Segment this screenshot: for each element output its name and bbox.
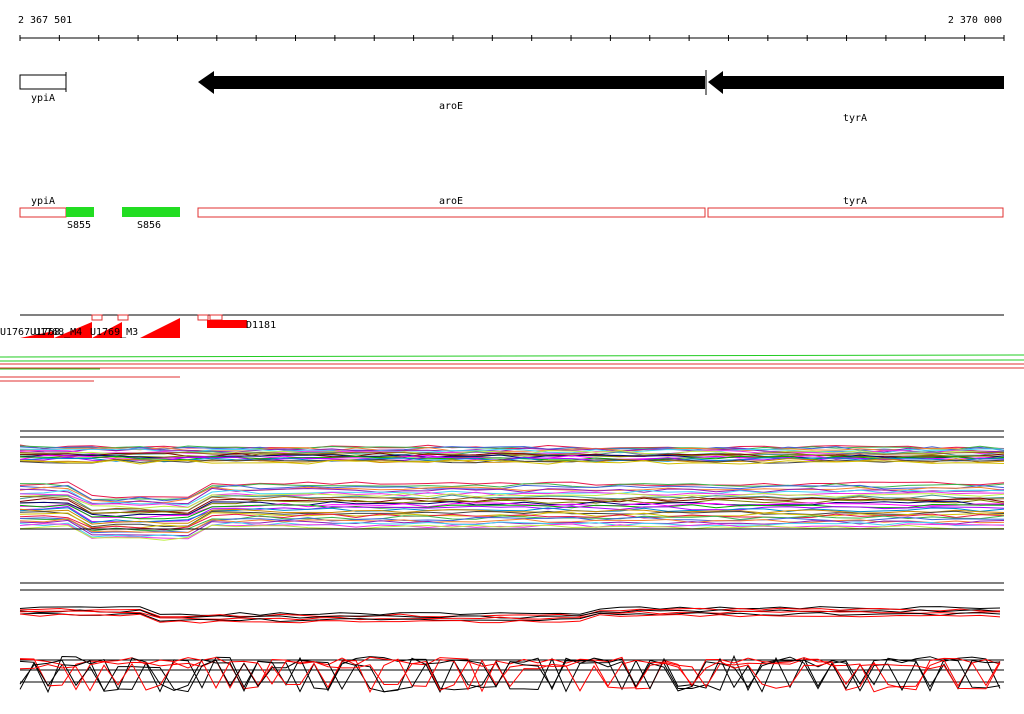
gene-aroe-label: aroE <box>439 101 463 112</box>
gene-ypia-box[interactable] <box>19 74 67 90</box>
expression-profiles-multicolor <box>19 444 1005 541</box>
probe-u1768-box[interactable] <box>91 314 103 321</box>
expression-track-blocky <box>19 654 1004 694</box>
probe-u1768m4-label: U1768_M4 <box>34 327 82 338</box>
segment-s855[interactable] <box>66 207 94 217</box>
gene-tyra-label: tyrA <box>843 113 867 124</box>
expression-track-multicolor <box>19 430 1005 541</box>
coordinate-ruler: 2 367 501 2 370 000 <box>18 15 1005 41</box>
gene-ypia-label: ypiA <box>31 93 55 104</box>
segment-s855-label: S855 <box>67 220 91 231</box>
expression-track-redblack <box>19 582 1004 624</box>
ruler-start-label: 2 367 501 <box>18 15 72 26</box>
probe-u1767-label: U1767 <box>0 327 30 338</box>
annot-aroe-label: aroE <box>439 196 463 207</box>
gene-tyra-arrow[interactable] <box>708 71 1004 94</box>
gene-aroe-arrow[interactable] <box>198 71 705 94</box>
expression-profiles-blocky <box>19 654 1001 694</box>
coverage-line-green-1 <box>0 354 1024 358</box>
probe-u1769m3-label: U1769_M3 <box>90 327 138 338</box>
probe-u1769m3-ramp[interactable] <box>140 318 180 338</box>
annot-aroe-box[interactable] <box>197 207 706 218</box>
coverage-lines <box>0 354 1024 382</box>
annotation-track: ypiA S855 S856 aroE tyrA <box>19 196 1004 231</box>
probe-d1181-bar[interactable] <box>207 320 247 328</box>
ruler-end-label: 2 370 000 <box>948 15 1002 26</box>
probe-d1181-box-1[interactable] <box>197 314 209 321</box>
expression-profiles-redblack <box>19 606 1001 624</box>
probe-track: U1767 U1768 U1768_M4 U1769_M3 D1181 <box>0 314 1004 338</box>
gene-track: ypiA aroE tyrA <box>19 70 1004 124</box>
annot-tyra-label: tyrA <box>843 196 867 207</box>
probe-u1768m4-box[interactable] <box>117 314 129 321</box>
coverage-line-green-2 <box>0 359 1024 362</box>
segment-s856-label: S856 <box>137 220 161 231</box>
probe-d1181-box-2[interactable] <box>209 314 223 321</box>
genome-browser-view: 2 367 501 2 370 000 ypiA aroE tyrA ypiA … <box>0 15 1024 694</box>
annot-ypia-box[interactable] <box>19 207 67 218</box>
segment-s856[interactable] <box>122 207 180 217</box>
probe-d1181-label: D1181 <box>246 320 276 331</box>
annot-ypia-label: ypiA <box>31 196 55 207</box>
annot-tyra-box[interactable] <box>707 207 1004 218</box>
